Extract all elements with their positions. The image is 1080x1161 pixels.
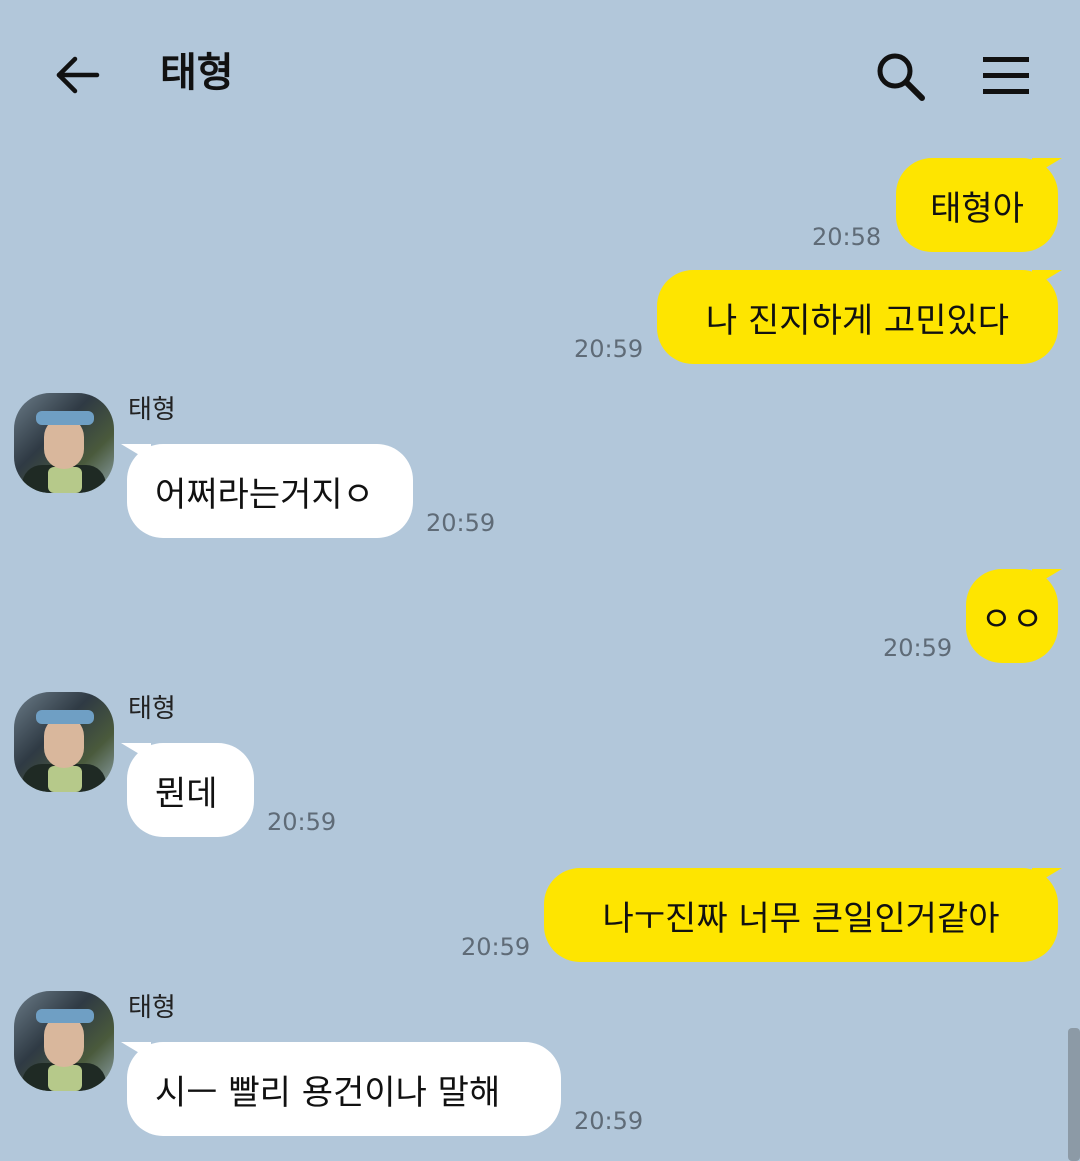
search-button[interactable] (870, 46, 930, 106)
message-bubble-mine[interactable]: ㅇㅇ (966, 569, 1062, 663)
message-bubble-mine[interactable]: 나 진지하게 고민있다 (657, 270, 1062, 364)
message-bubble-mine[interactable]: 태형아 (896, 158, 1062, 252)
message-text: 뭔데 (155, 773, 218, 814)
message-text: 나 진지하게 고민있다 (705, 300, 1010, 341)
message-time: 20:58 (812, 223, 882, 251)
message-text: 태형아 (930, 188, 1024, 229)
message-time: 20:59 (461, 933, 531, 961)
sender-name: 태형 (128, 993, 176, 1023)
scrollbar[interactable] (1068, 1028, 1080, 1161)
chat-title: 태형 (160, 50, 234, 96)
message-bubble-theirs[interactable]: 뭔데 (121, 743, 254, 837)
avatar[interactable] (14, 991, 114, 1091)
message-text: 어쩌라는거지ㅇ (155, 474, 374, 515)
message-time: 20:59 (574, 1107, 644, 1135)
message-text: 나ㅜ진짜 너무 큰일인거같아 (602, 898, 1000, 939)
message-time: 20:59 (883, 634, 953, 662)
message-bubble-theirs[interactable]: 시ㅡ 빨리 용건이나 말해 (121, 1042, 561, 1136)
message-text: ㅇㅇ (980, 599, 1044, 640)
message-time: 20:59 (267, 808, 337, 836)
sender-name: 태형 (128, 395, 176, 425)
message-text: 시ㅡ 빨리 용건이나 말해 (155, 1072, 501, 1113)
arrow-left-icon (56, 56, 100, 94)
message-bubble-theirs[interactable]: 어쩌라는거지ㅇ (121, 444, 413, 538)
back-button[interactable] (48, 46, 106, 104)
message-time: 20:59 (426, 509, 496, 537)
avatar[interactable] (14, 692, 114, 792)
chat-header: 태형 (0, 0, 1080, 140)
message-time: 20:59 (574, 335, 644, 363)
sender-name: 태형 (128, 694, 176, 724)
avatar[interactable] (14, 393, 114, 493)
message-bubble-mine[interactable]: 나ㅜ진짜 너무 큰일인거같아 (544, 868, 1062, 962)
hamburger-menu-icon (983, 57, 1029, 94)
search-icon (877, 53, 925, 101)
menu-button[interactable] (976, 46, 1036, 106)
